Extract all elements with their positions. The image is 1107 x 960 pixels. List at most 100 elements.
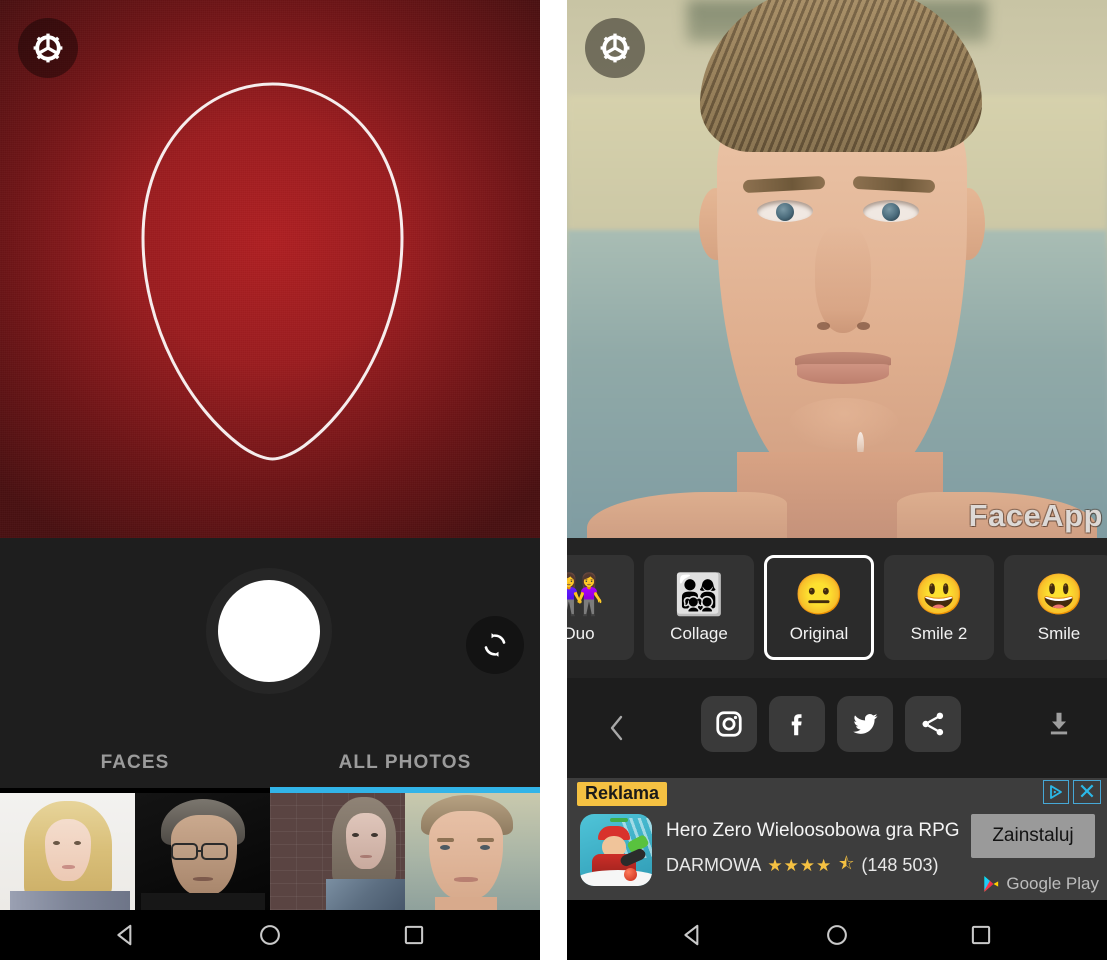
shutter-button[interactable] — [206, 568, 332, 694]
share-buttons-group — [701, 696, 961, 752]
thumb3-face — [346, 813, 386, 869]
right-phone-screenshot: FaceApp 👭 Duo 👨‍👩‍👧‍👦 Collage 😐 Original — [567, 0, 1107, 960]
back-button[interactable] — [599, 710, 635, 746]
tab-all-photos[interactable]: ALL PHOTOS — [270, 738, 540, 788]
thumb2-glasses-left — [171, 843, 198, 860]
thumb2-mouth — [193, 877, 213, 881]
camera-controls-bar — [0, 538, 540, 738]
thumb1-eye-left — [53, 841, 60, 845]
nav-back-button[interactable] — [676, 918, 710, 952]
home-circle-icon — [260, 925, 280, 945]
share-facebook-button[interactable] — [769, 696, 825, 752]
ad-rating-half-star: ⯪ — [838, 854, 856, 873]
thumb4-mouth — [454, 877, 478, 882]
nav-home-button[interactable] — [820, 918, 854, 952]
gear-icon — [600, 33, 630, 63]
thumbnail-young-man[interactable] — [405, 793, 540, 910]
thumb2-glasses-bridge — [198, 850, 203, 852]
chevron-left-icon — [610, 715, 623, 741]
instagram-icon — [716, 711, 742, 737]
smile-emoji-icon: 😃 — [1034, 572, 1084, 617]
photo-chin — [789, 398, 899, 450]
back-triangle-icon — [117, 924, 132, 946]
nav-recents-button[interactable] — [964, 918, 998, 952]
advertisement-banner[interactable]: Reklama ✕ Hero Zero Wieloosobowa gra RPG… — [567, 778, 1107, 900]
tab-faces[interactable]: FACES — [0, 738, 270, 788]
thumb4-eye-right — [480, 845, 490, 850]
settings-button[interactable] — [18, 18, 78, 78]
nav-recents-button[interactable] — [397, 918, 431, 952]
photo-iris-right — [882, 203, 900, 221]
filter-carousel-row: 👭 Duo 👨‍👩‍👧‍👦 Collage 😐 Original 😃 Smile… — [567, 555, 1107, 660]
left-phone-screenshot: FACES ALL PHOTOS — [0, 0, 540, 960]
recents-square-icon — [404, 925, 424, 945]
thumb3-mouth — [360, 855, 372, 858]
tab-faces-label: FACES — [100, 752, 170, 773]
filter-tile-original[interactable]: 😐 Original — [764, 555, 874, 660]
thumb3-eye-left — [352, 833, 359, 837]
share-more-button[interactable] — [905, 696, 961, 752]
gear-icon — [33, 33, 63, 63]
google-play-badge: Google Play — [981, 874, 1099, 894]
gallery-tabs: FACES ALL PHOTOS — [0, 738, 540, 788]
google-play-icon — [984, 876, 999, 892]
ad-price-label: DARMOWA — [666, 855, 762, 875]
thumb1-shirt — [10, 891, 130, 910]
edited-photo-preview[interactable]: FaceApp — [567, 0, 1107, 538]
download-button[interactable] — [1037, 702, 1081, 746]
nav-back-button[interactable] — [109, 918, 143, 952]
photo-thumbnail-strip — [0, 793, 540, 910]
thumb4-brow-left — [437, 838, 454, 842]
shutter-inner-circle — [218, 580, 320, 682]
photo-lower-lip — [797, 364, 889, 384]
photo-nostril-left — [817, 322, 830, 330]
ad-app-title: Hero Zero Wieloosobowa gra RPG — [666, 820, 960, 841]
back-triangle-icon — [684, 924, 699, 946]
thumb1-face — [45, 819, 91, 881]
filter-tile-smile-2[interactable]: 😃 Smile 2 — [884, 555, 994, 660]
flip-camera-icon — [484, 633, 506, 657]
adchoices-icon — [1050, 785, 1062, 799]
home-circle-icon — [827, 925, 847, 945]
thumb4-brow-right — [477, 838, 494, 842]
camera-viewfinder[interactable] — [0, 0, 540, 538]
thumb1-mouth — [62, 865, 75, 869]
photo-hair — [700, 0, 982, 152]
thumbnail-girl-brick-wall[interactable] — [270, 793, 405, 910]
photo-iris-left — [776, 203, 794, 221]
ad-review-count: (148 503) — [861, 855, 939, 875]
ad-app-icon[interactable] — [580, 814, 652, 886]
thumbnail-older-man-glasses[interactable] — [135, 793, 270, 910]
share-action-bar — [567, 678, 1107, 778]
download-icon — [1050, 712, 1068, 735]
filter-tile-duo[interactable]: 👭 Duo — [567, 555, 634, 660]
ad-icon-propeller — [610, 818, 628, 822]
ad-install-button[interactable]: Zainstaluj — [971, 814, 1095, 858]
share-twitter-button[interactable] — [837, 696, 893, 752]
flip-camera-button[interactable] — [466, 616, 524, 674]
recents-square-icon — [971, 925, 991, 945]
faceapp-watermark: FaceApp — [968, 498, 1103, 533]
thumbnail-blonde-woman[interactable] — [0, 793, 135, 910]
nav-home-button[interactable] — [253, 918, 287, 952]
ad-subline: DARMOWA ★★★★ ⯪ (148 503) — [666, 851, 938, 880]
filter-carousel[interactable]: 👭 Duo 👨‍👩‍👧‍👦 Collage 😐 Original 😃 Smile… — [567, 538, 1107, 678]
ad-rating-stars: ★★★★ — [767, 855, 833, 875]
filter-label-original: Original — [789, 623, 849, 643]
ad-close-button[interactable]: ✕ — [1073, 780, 1101, 804]
thumb4-face — [429, 811, 503, 899]
viewfinder-noise-texture — [0, 0, 540, 538]
face-outline-guide — [141, 82, 404, 461]
thumb3-shirt — [326, 879, 405, 910]
photo-nostril-right — [857, 322, 870, 330]
thumb4-neck — [435, 897, 497, 910]
tab-all-photos-label: ALL PHOTOS — [338, 752, 472, 773]
thumb4-eye-left — [440, 845, 450, 850]
collage-emoji-icon: 👨‍👩‍👧‍👦 — [674, 572, 724, 617]
settings-button[interactable] — [585, 18, 645, 78]
filter-tile-collage[interactable]: 👨‍👩‍👧‍👦 Collage — [644, 555, 754, 660]
filter-tile-smile[interactable]: 😃 Smile — [1004, 555, 1107, 660]
share-instagram-button[interactable] — [701, 696, 757, 752]
adchoices-button[interactable] — [1043, 780, 1069, 804]
thumb1-eye-right — [74, 841, 81, 845]
